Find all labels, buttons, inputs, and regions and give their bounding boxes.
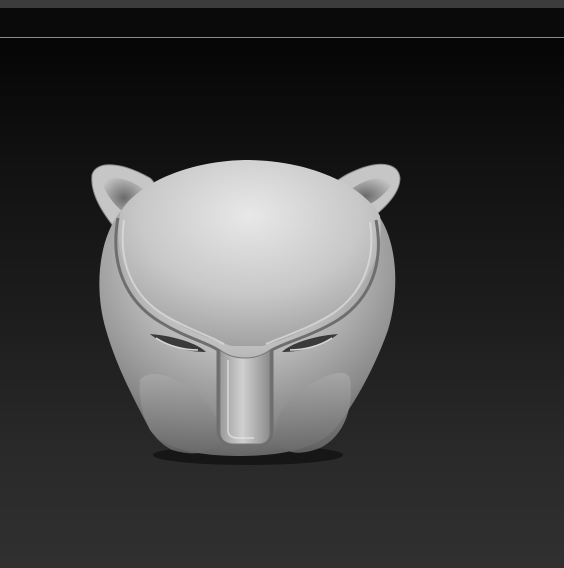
sculpt-app-window [0, 0, 564, 568]
panther-head-model[interactable] [0, 38, 564, 568]
top-menu-bar [0, 0, 564, 8]
toolbar-tray [0, 8, 564, 37]
3d-viewport[interactable] [0, 38, 564, 568]
